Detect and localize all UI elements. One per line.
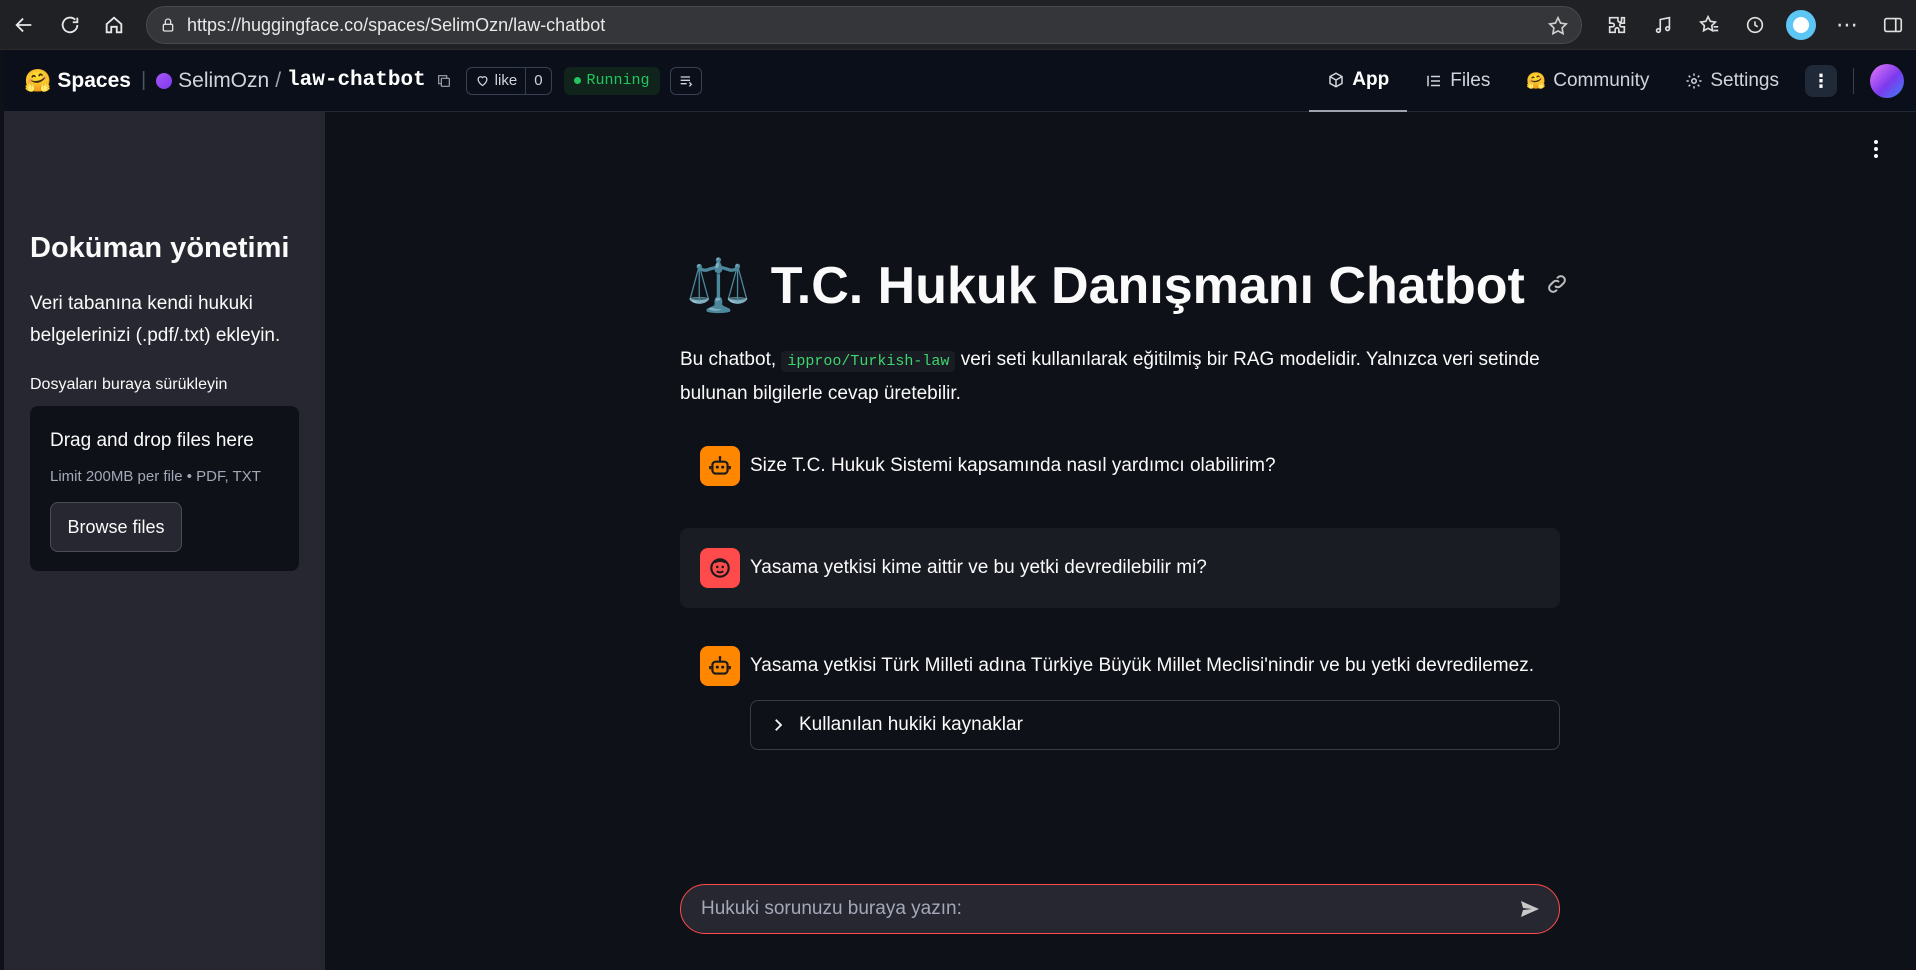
url-text: https://huggingface.co/spaces/SelimOzn/l… xyxy=(187,14,606,35)
community-icon: 🤗 xyxy=(1526,73,1547,90)
lock-icon xyxy=(157,14,179,36)
main-menu-icon[interactable] xyxy=(1866,136,1886,162)
message-text: Yasama yetkisi Türk Milleti adına Türkiy… xyxy=(750,655,1534,676)
arrow-left-icon xyxy=(15,17,32,33)
status-text: Running xyxy=(586,72,650,89)
dataset-code: ipproo/Turkish-law xyxy=(781,351,956,372)
message-text: Size T.C. Hukuk Sistemi kapsamında nasıl… xyxy=(750,455,1276,476)
cube-icon xyxy=(1329,72,1344,88)
status-badge[interactable]: Running xyxy=(563,66,660,95)
send-icon xyxy=(1521,901,1539,917)
space-breadcrumb: SelimOzn / law-chatbot xyxy=(156,69,426,93)
copy-icon[interactable] xyxy=(436,73,452,89)
hugging-face-icon: 🤗 xyxy=(24,67,52,93)
owner-link[interactable]: SelimOzn xyxy=(178,69,269,93)
upload-label: Dosyaları buraya sürükleyin xyxy=(30,376,228,393)
media-icon[interactable] xyxy=(1640,0,1686,50)
link-icon[interactable] xyxy=(1545,272,1569,301)
tab-settings-label: Settings xyxy=(1710,70,1779,91)
logs-icon xyxy=(680,75,692,87)
chat-input-container xyxy=(680,884,1560,934)
sidebar-description: Veri tabanına kendi hukuki belgelerinizi… xyxy=(30,293,281,346)
hf-header: 🤗 Spaces | SelimOzn / law-chatbot like 0… xyxy=(4,50,1916,112)
dropzone-limit: Limit 200MB per file • PDF, TXT xyxy=(50,468,261,485)
profile-avatar[interactable] xyxy=(1778,0,1824,50)
reload-button[interactable] xyxy=(52,7,88,43)
tab-community-label: Community xyxy=(1553,70,1650,91)
like-label: like xyxy=(494,72,518,89)
chat-message-user: Yasama yetkisi kime aittir ve bu yetki d… xyxy=(680,528,1560,608)
sidebar-toggle-icon[interactable] xyxy=(1870,0,1916,50)
like-count: 0 xyxy=(525,67,550,94)
browser-toolbar: https://huggingface.co/spaces/SelimOzn/l… xyxy=(0,0,1916,50)
chat-input[interactable] xyxy=(681,885,1507,933)
user-avatar[interactable] xyxy=(1870,64,1904,98)
tab-app[interactable]: App xyxy=(1309,50,1408,112)
sidebar-title: Doküman yönetimi xyxy=(30,232,290,264)
owner-avatar xyxy=(156,72,173,89)
home-button[interactable] xyxy=(96,7,132,43)
chevron-right-icon xyxy=(769,716,787,734)
header-divider xyxy=(1853,68,1854,94)
back-button[interactable] xyxy=(6,7,42,43)
like-button[interactable]: like 0 xyxy=(465,66,552,95)
repo-link[interactable]: law-chatbot xyxy=(287,69,426,92)
more-icon[interactable]: ⋯ xyxy=(1824,0,1870,50)
browse-files-button[interactable]: Browse files xyxy=(50,502,182,552)
chat-message-assistant: Size T.C. Hukuk Sistemi kapsamında nasıl… xyxy=(680,446,1560,486)
more-options-button[interactable]: ⋮ xyxy=(1805,65,1837,97)
bot-avatar-icon xyxy=(700,646,740,686)
sidebar: Doküman yönetimi Veri tabanına kendi huk… xyxy=(4,112,325,970)
spaces-logo[interactable]: 🤗 Spaces xyxy=(24,68,131,94)
file-dropzone[interactable]: Drag and drop files here Limit 200MB per… xyxy=(30,406,299,571)
files-icon xyxy=(1427,75,1441,87)
extensions-icon[interactable] xyxy=(1594,0,1640,50)
breadcrumb-slash: / xyxy=(275,68,282,92)
message-text: Yasama yetkisi kime aittir ve bu yetki d… xyxy=(750,557,1207,578)
chat-message-assistant: Yasama yetkisi Türk Milleti adına Türkiy… xyxy=(680,646,1560,686)
header-separator: | xyxy=(140,69,147,91)
address-bar[interactable]: https://huggingface.co/spaces/SelimOzn/l… xyxy=(146,6,1582,44)
status-dot xyxy=(573,77,581,84)
sources-expander-label: Kullanılan hukiki kaynaklar xyxy=(799,714,1023,735)
history-icon[interactable] xyxy=(1732,0,1778,50)
send-button[interactable] xyxy=(1507,886,1553,932)
tab-files-label: Files xyxy=(1450,70,1491,91)
space-tabs: App Files 🤗 Community Settings ⋮ xyxy=(1309,50,1916,112)
home-icon xyxy=(105,16,123,34)
bot-avatar-icon xyxy=(700,446,740,486)
user-avatar-icon xyxy=(700,548,740,588)
dropzone-title: Drag and drop files here xyxy=(50,430,254,451)
logs-button[interactable] xyxy=(669,66,702,95)
page-title: ⚖️ T.C. Hukuk Danışmanı Chatbot xyxy=(686,256,1569,316)
tab-files[interactable]: Files xyxy=(1407,50,1508,112)
intro-text: Bu chatbot, ipproo/Turkish-law veri seti… xyxy=(680,344,1560,410)
heart-icon xyxy=(477,76,488,87)
tab-settings[interactable]: Settings xyxy=(1667,50,1797,112)
spaces-label: Spaces xyxy=(57,68,131,92)
intro-before: Bu chatbot, xyxy=(680,349,782,370)
scales-icon: ⚖️ xyxy=(686,257,751,315)
favorite-star-icon[interactable] xyxy=(1547,15,1569,37)
browser-actions: ⋯ xyxy=(1594,0,1916,50)
sources-expander[interactable]: Kullanılan hukiki kaynaklar xyxy=(750,700,1560,750)
tab-app-label: App xyxy=(1352,69,1390,90)
gear-icon xyxy=(1686,73,1702,89)
page-title-text: T.C. Hukuk Danışmanı Chatbot xyxy=(770,257,1525,315)
tab-community[interactable]: 🤗 Community xyxy=(1508,50,1667,112)
favorites-icon[interactable] xyxy=(1686,0,1732,50)
reload-icon xyxy=(61,16,79,34)
